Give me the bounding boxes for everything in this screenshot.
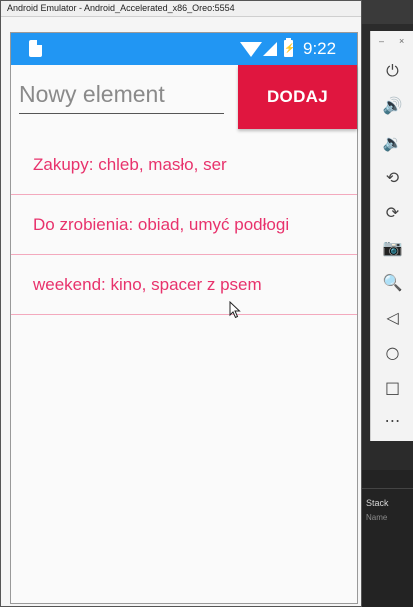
rotate-left-icon[interactable]: ⟲ xyxy=(371,168,413,187)
battery-charging-icon xyxy=(284,38,293,57)
more-icon[interactable]: ⋯ xyxy=(371,411,413,430)
back-icon[interactable]: ◁ xyxy=(371,308,413,327)
zoom-icon[interactable]: 🔍 xyxy=(371,273,413,292)
status-bar: 9:22 xyxy=(11,33,357,65)
list-item[interactable]: weekend: kino, spacer z psem xyxy=(11,255,357,315)
ide-bottom-panel xyxy=(362,470,413,607)
home-icon[interactable]: ○ xyxy=(371,343,413,362)
ide-top-strip xyxy=(362,0,413,24)
minimize-button[interactable]: – xyxy=(379,36,384,46)
rotate-right-icon[interactable]: ⟳ xyxy=(371,203,413,222)
power-icon[interactable]: ⏻ xyxy=(371,61,413,81)
sd-card-icon xyxy=(29,40,42,57)
list-item-text: weekend: kino, spacer z psem xyxy=(33,275,262,294)
window-title: Android Emulator - Android_Accelerated_x… xyxy=(1,1,361,17)
add-item-form: DODAJ xyxy=(11,65,357,135)
cell-signal-icon xyxy=(263,42,277,56)
close-button[interactable]: × xyxy=(399,36,404,46)
volume-up-icon[interactable]: 🔊 xyxy=(371,96,413,115)
list-item[interactable]: Zakupy: chleb, masło, ser xyxy=(11,135,357,195)
list-item-text: Do zrobienia: obiad, umyć podłogi xyxy=(33,215,290,234)
ide-stack-label: Stack xyxy=(366,498,389,508)
list-item-text: Zakupy: chleb, masło, ser xyxy=(33,155,227,174)
mouse-cursor-icon xyxy=(229,301,241,319)
emulator-window: Android Emulator - Android_Accelerated_x… xyxy=(0,0,362,607)
ide-divider xyxy=(362,488,413,489)
toolbar-window-controls: – × xyxy=(371,36,413,48)
wifi-icon xyxy=(240,42,262,57)
new-item-input[interactable] xyxy=(19,77,224,114)
overview-icon[interactable]: □ xyxy=(371,378,413,397)
list-item[interactable]: Do zrobienia: obiad, umyć podłogi xyxy=(11,195,357,255)
items-list: Zakupy: chleb, masło, ser Do zrobienia: … xyxy=(11,135,357,315)
phone-screen: 9:22 DODAJ Zakupy: chleb, masło, ser Do … xyxy=(11,33,357,603)
volume-down-icon[interactable]: 🔉 xyxy=(371,133,413,152)
camera-icon[interactable]: 📷 xyxy=(371,238,413,257)
emulator-toolbar: – × ⏻ 🔊 🔉 ⟲ ⟳ 📷 🔍 ◁ ○ □ ⋯ xyxy=(370,31,413,441)
add-button[interactable]: DODAJ xyxy=(238,65,357,129)
ide-name-label: Name xyxy=(366,513,388,522)
status-clock: 9:22 xyxy=(303,39,337,58)
